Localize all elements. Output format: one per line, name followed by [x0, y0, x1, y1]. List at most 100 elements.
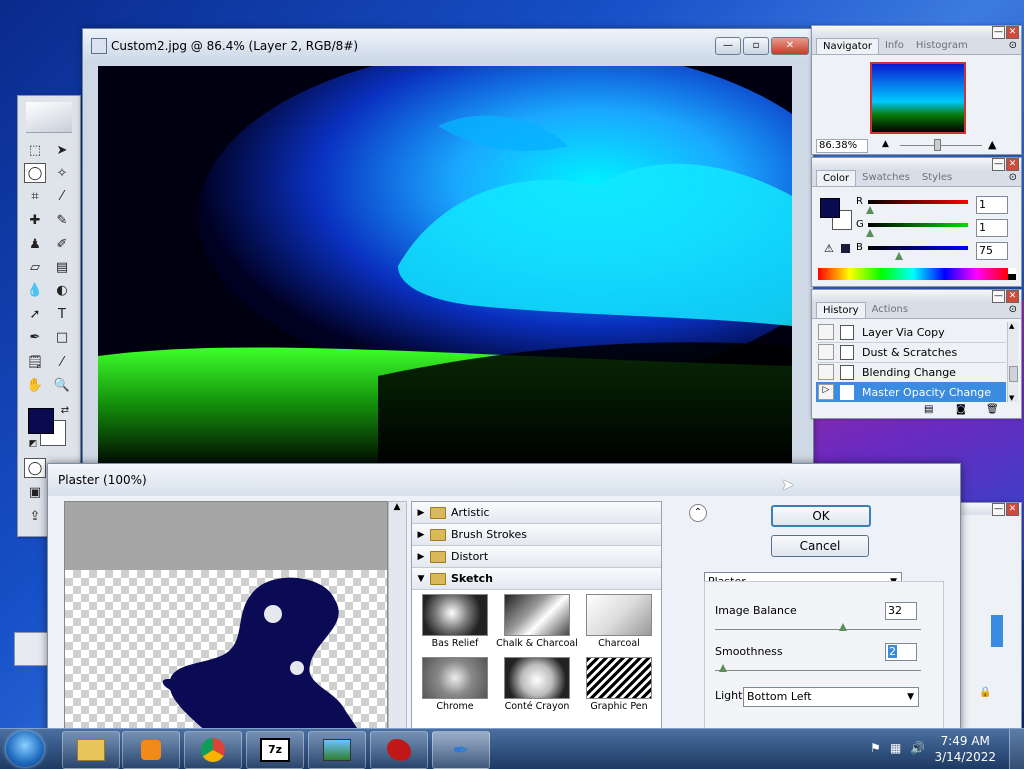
- brush-tool-icon[interactable]: ✎: [51, 210, 73, 230]
- chrome-taskbar-icon[interactable]: [184, 731, 242, 769]
- maximize-button[interactable]: ▫: [743, 37, 769, 55]
- history-brush-source-box[interactable]: [818, 344, 834, 360]
- tab-history[interactable]: History: [816, 302, 866, 318]
- g-value-field[interactable]: 1: [976, 219, 1008, 237]
- b-slider-knob[interactable]: [895, 252, 903, 260]
- media-player-taskbar-icon[interactable]: [122, 731, 180, 769]
- history-slider-arrow-icon[interactable]: ▷: [818, 384, 834, 400]
- filter-preview[interactable]: [64, 501, 388, 732]
- tab-color[interactable]: Color: [816, 170, 857, 186]
- b-value-field[interactable]: 75: [976, 242, 1008, 260]
- history-brush-source-box[interactable]: [818, 324, 834, 340]
- gamut-swatch[interactable]: [841, 244, 850, 253]
- cancel-button[interactable]: Cancel: [771, 535, 869, 557]
- scroll-up-icon[interactable]: ▲: [1009, 322, 1014, 330]
- history-brush-icon[interactable]: ✐: [51, 234, 73, 254]
- blur-tool-icon[interactable]: 💧: [24, 280, 46, 300]
- r-slider[interactable]: [868, 200, 968, 204]
- category-sketch[interactable]: ▼ Sketch: [412, 568, 661, 590]
- new-document-from-state-icon[interactable]: ▤: [924, 404, 933, 415]
- default-colors-icon[interactable]: ◩: [22, 434, 44, 454]
- history-scrollbar[interactable]: ▲ ▼: [1007, 322, 1018, 402]
- g-slider-knob[interactable]: [866, 229, 874, 237]
- magic-wand-icon[interactable]: ✧: [51, 163, 73, 183]
- hand-tool-icon[interactable]: ✋: [24, 375, 46, 395]
- filter-gallery-list[interactable]: ▶ Artistic ▶ Brush Strokes ▶ Distort ▼ S…: [411, 501, 662, 732]
- g-slider[interactable]: [868, 223, 968, 227]
- history-item[interactable]: Layer Via Copy: [816, 322, 1006, 343]
- path-selection-icon[interactable]: ➚: [24, 304, 46, 324]
- history-item[interactable]: Blending Change: [816, 362, 1006, 383]
- tab-navigator[interactable]: Navigator: [816, 38, 879, 54]
- gradient-tool-icon[interactable]: ▤: [51, 257, 73, 277]
- black-white-ramp[interactable]: [1008, 268, 1016, 280]
- filter-thumb[interactable]: Conté Crayon: [496, 655, 578, 712]
- zoom-slider-knob[interactable]: [934, 139, 941, 151]
- notes-tool-icon[interactable]: 🗒: [24, 352, 46, 372]
- palette-close-button[interactable]: ✕: [1006, 26, 1019, 39]
- scroll-up-icon[interactable]: ▲: [391, 502, 403, 518]
- filter-thumb[interactable]: Chrome: [414, 655, 496, 712]
- explorer-taskbar-icon[interactable]: [62, 731, 120, 769]
- palette-minimize-button[interactable]: —: [992, 503, 1005, 516]
- palette-minimize-button[interactable]: —: [992, 290, 1005, 303]
- palette-close-button[interactable]: ✕: [1006, 290, 1019, 303]
- show-desktop-button[interactable]: [1009, 729, 1024, 769]
- smoothness-slider[interactable]: [715, 670, 921, 671]
- navigator-thumbnail[interactable]: [870, 62, 966, 134]
- marquee-tool-icon[interactable]: ⬚: [24, 140, 46, 160]
- r-slider-knob[interactable]: [866, 206, 874, 214]
- start-button[interactable]: [6, 731, 44, 767]
- delete-state-icon[interactable]: 🗑: [986, 404, 999, 415]
- filter-thumb[interactable]: Graphic Pen: [578, 655, 660, 712]
- preview-scrollbar[interactable]: ▲: [388, 501, 407, 732]
- b-slider[interactable]: [868, 246, 968, 250]
- expand-arrow-icon[interactable]: ▶: [412, 508, 430, 518]
- ok-button[interactable]: OK: [771, 505, 871, 527]
- navigator-zoom-field[interactable]: 86.38%: [816, 139, 868, 153]
- expand-arrow-icon[interactable]: ▶: [412, 552, 430, 562]
- expand-arrow-icon[interactable]: ▶: [412, 530, 430, 540]
- palette-menu-icon[interactable]: ⊙: [1009, 304, 1017, 315]
- swap-colors-icon[interactable]: ⇄: [54, 400, 76, 420]
- slice-tool-icon[interactable]: ⁄: [51, 186, 73, 206]
- layer-selected-row[interactable]: [991, 615, 1003, 647]
- new-snapshot-icon[interactable]: ◙: [956, 404, 966, 415]
- filter-thumb[interactable]: Chalk & Charcoal: [496, 592, 578, 649]
- lock-icon[interactable]: 🔒: [979, 687, 991, 698]
- palette-menu-icon[interactable]: ⊙: [1009, 40, 1017, 51]
- tab-styles[interactable]: Styles: [916, 170, 958, 186]
- volume-icon[interactable]: 🔊: [910, 741, 925, 755]
- r-value-field[interactable]: 1: [976, 196, 1008, 214]
- image-balance-field[interactable]: 32: [885, 602, 917, 620]
- photoshop-taskbar-icon[interactable]: ✒: [432, 731, 490, 769]
- shape-tool-icon[interactable]: □: [51, 327, 73, 347]
- action-center-icon[interactable]: ⚑: [870, 741, 881, 755]
- palette-minimize-button[interactable]: —: [992, 26, 1005, 39]
- category-distort[interactable]: ▶ Distort: [412, 546, 661, 568]
- minimize-button[interactable]: —: [715, 37, 741, 55]
- category-brush-strokes[interactable]: ▶ Brush Strokes: [412, 524, 661, 546]
- tab-histogram[interactable]: Histogram: [910, 38, 974, 54]
- dodge-tool-icon[interactable]: ◐: [51, 280, 73, 300]
- history-item[interactable]: Dust & Scratches: [816, 342, 1006, 363]
- clone-stamp-icon[interactable]: ♟: [24, 234, 46, 254]
- filter-thumb[interactable]: Charcoal: [578, 592, 660, 649]
- color-foreground-swatch[interactable]: [820, 198, 840, 218]
- palette-minimize-button[interactable]: —: [992, 158, 1005, 171]
- light-select[interactable]: Bottom Left ▼: [743, 687, 919, 707]
- clock[interactable]: 7:49 AM 3/14/2022: [934, 733, 996, 765]
- type-tool-icon[interactable]: T: [51, 304, 73, 324]
- tab-info[interactable]: Info: [879, 38, 910, 54]
- collapse-arrow-icon[interactable]: ▼: [412, 574, 430, 584]
- 7zip-taskbar-icon[interactable]: 7z: [246, 731, 304, 769]
- history-item-selected[interactable]: ▷ Master Opacity Change: [816, 382, 1006, 402]
- smoothness-field[interactable]: 2: [885, 643, 917, 661]
- image-canvas[interactable]: [98, 66, 792, 466]
- zoom-slider[interactable]: [900, 145, 982, 146]
- eyedropper-icon[interactable]: ⁄: [51, 352, 73, 372]
- foreground-color-swatch[interactable]: [28, 408, 54, 434]
- eraser-tool-icon[interactable]: ▱: [24, 257, 46, 277]
- screen-mode-icon[interactable]: ▣: [24, 482, 46, 502]
- move-tool-icon[interactable]: ➤: [51, 140, 73, 160]
